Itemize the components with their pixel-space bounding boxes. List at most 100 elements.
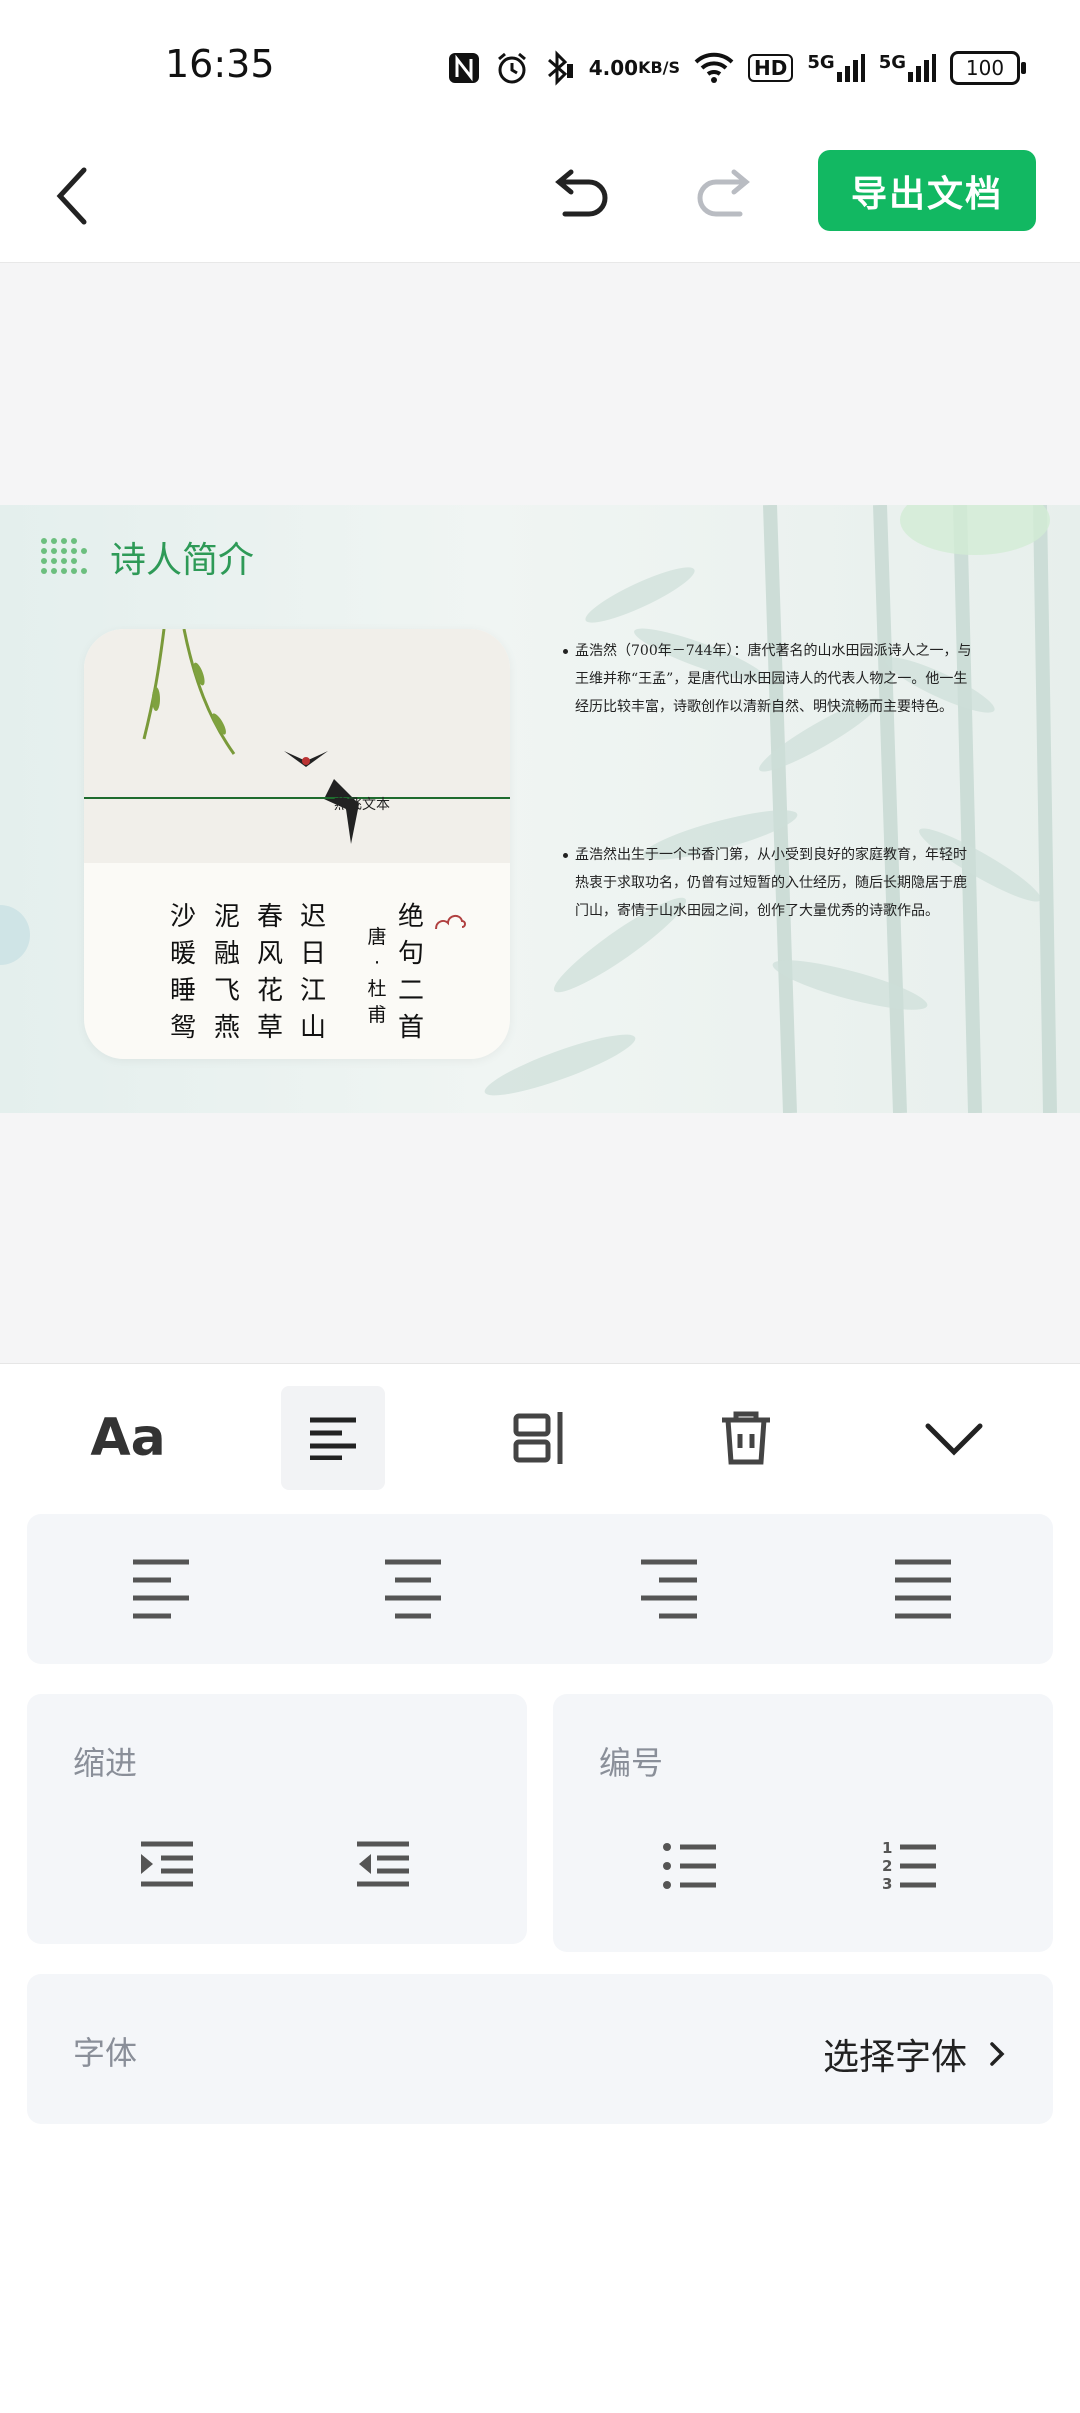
align-left-button[interactable] bbox=[121, 1549, 201, 1629]
poem-char: 飞 bbox=[213, 976, 240, 1006]
title-char: 绝 bbox=[397, 902, 424, 932]
net-speed-value: 4.00 bbox=[588, 56, 639, 80]
format-tabs: Aa bbox=[0, 1386, 1080, 1490]
poem-char: 花 bbox=[256, 976, 283, 1006]
poem-title: 绝 句 二 首 bbox=[396, 899, 426, 1047]
poem-char: 山 bbox=[299, 1013, 326, 1043]
poem-char: 风 bbox=[256, 939, 283, 969]
poem-char: 鸳 bbox=[169, 1013, 196, 1043]
font-select-button[interactable]: 选择字体 bbox=[823, 2028, 1005, 2080]
battery-indicator: 100 bbox=[950, 51, 1026, 85]
wire-line bbox=[84, 797, 510, 799]
poem-author: 唐 · 杜 甫 bbox=[366, 924, 388, 1028]
indent-increase-button[interactable] bbox=[127, 1824, 207, 1904]
card-illustration: 燕飞文本 bbox=[84, 629, 510, 863]
net-speed: 4.00 KB/S bbox=[589, 58, 680, 78]
poem-col-2: 春 风 花 草 bbox=[255, 899, 285, 1047]
delete-tab[interactable] bbox=[694, 1386, 798, 1490]
align-center-button[interactable] bbox=[373, 1549, 453, 1629]
numbered-list-icon: 123 bbox=[882, 1839, 936, 1893]
undo-icon bbox=[555, 169, 608, 217]
author-char: 杜 bbox=[367, 978, 387, 1000]
author-char: 甫 bbox=[367, 1004, 387, 1026]
poem-col-3: 泥 融 飞 燕 bbox=[212, 899, 242, 1047]
status-time: 16:35 bbox=[165, 42, 275, 86]
numbering-label: 编号 bbox=[599, 1744, 664, 1782]
font-select-label: 选择字体 bbox=[822, 2037, 967, 2078]
poem-char: 泥 bbox=[213, 902, 240, 932]
intro-paragraph-1[interactable]: 孟浩然（700年－744年）：唐代著名的山水田园派诗人之一，与王维并称“王孟”，… bbox=[563, 637, 975, 721]
wifi-icon bbox=[694, 52, 734, 84]
title-char: 二 bbox=[397, 976, 424, 1006]
title-char: 句 bbox=[397, 939, 424, 969]
author-char: 唐 bbox=[367, 926, 387, 948]
svg-text:1: 1 bbox=[882, 1839, 892, 1857]
bullet-list-icon bbox=[663, 1843, 716, 1889]
indent-increase-icon bbox=[141, 1841, 193, 1887]
alarm-icon bbox=[495, 51, 529, 85]
net-speed-unit: KB/S bbox=[638, 58, 681, 77]
dots-decoration-icon bbox=[41, 538, 87, 574]
indent-decrease-button[interactable] bbox=[343, 1824, 423, 1904]
bullet-icon bbox=[563, 853, 568, 858]
font-tab-label: Aa bbox=[90, 1408, 166, 1468]
numbered-list-button[interactable]: 123 bbox=[869, 1826, 949, 1906]
paragraph-align-icon bbox=[310, 1417, 356, 1460]
undo-button[interactable] bbox=[545, 160, 615, 230]
poem-char: 迟 bbox=[299, 902, 326, 932]
poem-char: 春 bbox=[256, 902, 283, 932]
poem-col-1: 迟 日 江 山 bbox=[298, 899, 328, 1047]
signal-1-label: 5G bbox=[807, 52, 835, 73]
poem-char: 江 bbox=[299, 976, 326, 1006]
layout-tab[interactable] bbox=[488, 1386, 592, 1490]
align-justify-icon bbox=[895, 1559, 951, 1619]
redo-button[interactable] bbox=[690, 160, 760, 230]
indent-label: 缩进 bbox=[73, 1744, 138, 1782]
bluetooth-icon bbox=[543, 50, 575, 86]
poem-char: 暖 bbox=[169, 939, 196, 969]
paragraph-2-text: 孟浩然出生于一个书香门第，从小受到良好的家庭教育，年轻时热衷于求取功名，仍曾有过… bbox=[575, 847, 967, 919]
align-right-icon bbox=[641, 1559, 697, 1619]
card-brand-text: 燕飞文本 bbox=[334, 797, 390, 813]
nfc-icon bbox=[447, 51, 481, 85]
hd-badge: HD bbox=[748, 54, 794, 82]
format-panel: Aa 缩进 编号 1 2 3 字体 选择字体 bbox=[0, 1363, 1080, 2413]
bullet-icon bbox=[563, 649, 568, 654]
collapse-tab[interactable] bbox=[902, 1386, 1006, 1490]
chevron-down-icon bbox=[925, 1423, 983, 1456]
paragraph-align-tab[interactable] bbox=[281, 1386, 385, 1490]
font-tab[interactable]: Aa bbox=[76, 1386, 180, 1490]
numbering-section: 编号 123 bbox=[553, 1694, 1053, 1952]
cloud-ornament-icon bbox=[435, 915, 466, 930]
align-right-button[interactable] bbox=[629, 1549, 709, 1629]
indent-decrease-icon bbox=[357, 1841, 409, 1887]
slide[interactable]: 诗人简介 燕飞文本 沙 暖 睡 鸳 泥 融 飞 燕 春 风 花 草 迟 日 江 … bbox=[0, 505, 1080, 1113]
signal-icon-1: 5G bbox=[807, 52, 865, 84]
alignment-options bbox=[27, 1514, 1053, 1664]
poem-col-4: 沙 暖 睡 鸳 bbox=[168, 899, 198, 1047]
align-justify-button[interactable] bbox=[883, 1549, 963, 1629]
export-document-button[interactable]: 导出文档 bbox=[818, 150, 1036, 231]
signal-2-label: 5G bbox=[878, 52, 906, 73]
trash-icon bbox=[722, 1411, 770, 1465]
signal-icon-2: 5G bbox=[879, 52, 936, 84]
intro-paragraph-2[interactable]: 孟浩然出生于一个书香门第，从小受到良好的家庭教育，年轻时热衷于求取功名，仍曾有过… bbox=[563, 841, 975, 925]
bullet-list-button[interactable] bbox=[649, 1826, 729, 1906]
author-char: · bbox=[373, 952, 381, 974]
svg-text:2: 2 bbox=[882, 1857, 892, 1875]
svg-text:3: 3 bbox=[882, 1875, 892, 1893]
back-button[interactable] bbox=[48, 160, 98, 232]
poem-char: 睡 bbox=[169, 976, 196, 1006]
poem-char: 草 bbox=[256, 1013, 283, 1043]
swallow-willow-illustration bbox=[142, 629, 359, 844]
redo-icon bbox=[697, 169, 750, 217]
align-center-icon bbox=[385, 1559, 441, 1619]
font-selector-row[interactable]: 字体 选择字体 bbox=[27, 1974, 1053, 2124]
document-canvas[interactable]: 诗人简介 燕飞文本 沙 暖 睡 鸳 泥 融 飞 燕 春 风 花 草 迟 日 江 … bbox=[0, 263, 1080, 1363]
slide-title[interactable]: 诗人简介 bbox=[110, 531, 254, 583]
poem-char: 沙 bbox=[169, 902, 196, 932]
status-icons: 4.00 KB/S HD 5G 5G 100 bbox=[447, 46, 1026, 90]
font-label: 字体 bbox=[73, 2034, 138, 2072]
poem-card[interactable]: 燕飞文本 沙 暖 睡 鸳 泥 融 飞 燕 春 风 花 草 迟 日 江 山 唐 ·… bbox=[84, 629, 510, 1059]
chevron-right-icon bbox=[990, 2042, 1005, 2066]
